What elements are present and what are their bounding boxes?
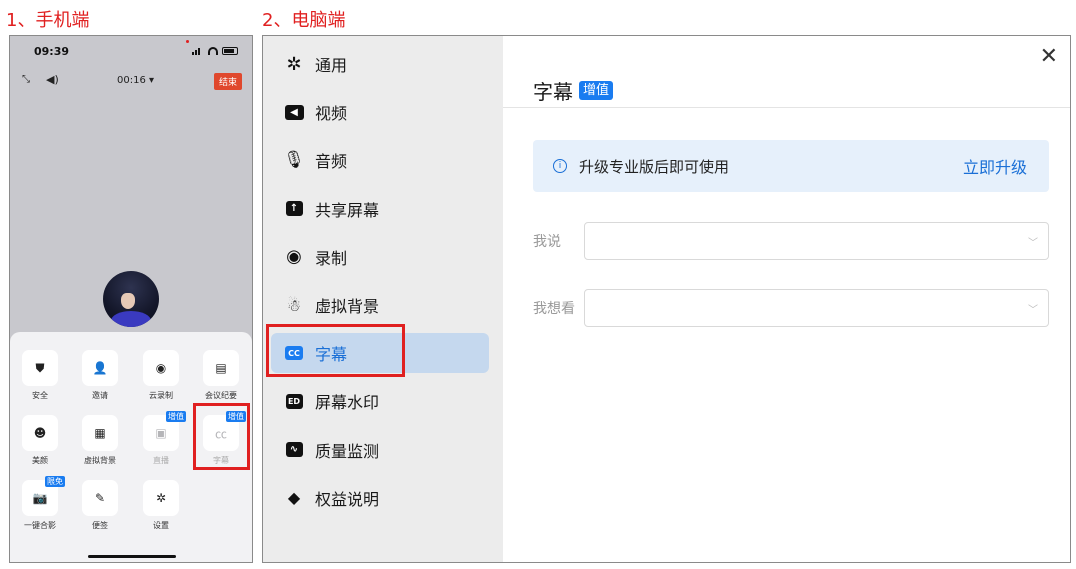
panel-title: 字幕 — [533, 80, 573, 104]
sidebar-item-video[interactable]: ◀ 视频 — [271, 92, 489, 132]
gear-icon: ✲ — [155, 491, 167, 505]
virtual-bg-icon: ☃ — [286, 295, 302, 315]
sidebar-item-label: 虚拟背景 — [315, 297, 380, 316]
grid-item-label: 安全 — [32, 391, 48, 400]
sidebar-item-microphone[interactable]: 🎙 音频 — [271, 140, 489, 180]
speak-language-select[interactable]: ﹀ — [584, 222, 1049, 260]
add-user-icon: 👤 — [92, 361, 108, 375]
sidebar-item-share-screen[interactable]: ↑ 共享屏幕 — [271, 189, 489, 229]
sidebar-item-label: 通用 — [315, 56, 348, 75]
grid-item-notes[interactable]: ▤ 会议纪要 — [191, 350, 251, 401]
grid-item-label: 会议纪要 — [205, 391, 237, 400]
grid-item-virtual-bg[interactable]: ▦ 虚拟背景 — [70, 415, 130, 466]
monitor-icon: ∿ — [283, 439, 305, 461]
speak-language-row: 我说 ﹀ — [533, 222, 1049, 260]
highlight-box-mobile — [193, 403, 250, 470]
record-icon: ◉ — [155, 361, 167, 375]
status-bar: 09:39 — [10, 36, 252, 68]
premium-badge: 增值 — [579, 81, 614, 100]
notes-icon: ▤ — [215, 361, 227, 375]
video-icon: ◀ — [283, 101, 305, 123]
status-time: 09:39 — [34, 45, 70, 58]
end-call-button[interactable]: 结束 — [213, 73, 242, 90]
speaker-icon[interactable]: ◀) — [46, 73, 59, 86]
view-language-select[interactable]: ﹀ — [584, 289, 1049, 327]
grid-item-live[interactable]: ▣ 增值直播 — [131, 411, 191, 466]
watermark-icon: ED — [283, 390, 305, 412]
call-timer[interactable]: 00:16 ▾ — [117, 75, 154, 86]
speak-language-label: 我说 — [533, 234, 561, 250]
sidebar-item-label: 质量监测 — [315, 441, 380, 461]
share-screen-icon: ↑ — [283, 198, 305, 220]
highlight-box-desktop — [266, 324, 405, 377]
grid-item-label: 美颜 — [32, 456, 48, 465]
sidebar-item-virtual-bg[interactable]: ☃ 虚拟背景 — [271, 285, 489, 325]
info-icon: i — [553, 159, 567, 173]
grid-item-label: 一键合影 — [24, 521, 56, 530]
divider — [503, 107, 1070, 108]
grid-item-label: 便签 — [92, 521, 108, 530]
grid-item-label: 直播 — [153, 456, 169, 465]
wifi-icon — [208, 47, 218, 55]
sidebar-item-record[interactable]: ◉ 录制 — [271, 237, 489, 277]
grid-item-beauty[interactable]: ☻ 美颜 — [10, 415, 70, 466]
grid-item-memo[interactable]: ✎ 便签 — [70, 480, 130, 531]
mobile-screen: 09:39 ⤡ ◀) 00:16 ▾ 结束 ⛊ 安全 👤 邀请 ◉ 云录制 ▤ 会议纪要 ☻ 美颜… — [9, 35, 253, 563]
view-language-label: 我想看 — [533, 301, 575, 317]
battery-icon — [222, 47, 238, 55]
live-icon: ▣ — [155, 426, 167, 440]
diamond-icon: ◆ — [287, 488, 301, 508]
recording-dot-icon — [186, 40, 189, 43]
microphone-icon: 🎙 — [283, 150, 305, 171]
tag-badge: 增值 — [166, 411, 186, 422]
grid-item-shield[interactable]: ⛊ 安全 — [10, 350, 70, 401]
chevron-down-icon: ﹀ — [1028, 305, 1038, 316]
sidebar-item-label: 视频 — [315, 104, 348, 124]
sidebar-item-diamond[interactable]: ◆ 权益说明 — [271, 478, 489, 518]
virtual-bg-icon: ▦ — [94, 426, 106, 440]
call-bar: ⤡ ◀) 00:16 ▾ 结束 — [10, 70, 252, 92]
sidebar-item-label: 权益说明 — [315, 489, 380, 509]
gear-icon: ✲ — [286, 53, 302, 75]
desktop-heading: 2、电脑端 — [262, 10, 346, 31]
minimize-icon[interactable]: ⤡ — [22, 74, 30, 85]
grid-item-camera[interactable]: 📷 限免一键合影 — [10, 476, 70, 531]
grid-item-label: 设置 — [153, 521, 169, 530]
sidebar-item-watermark[interactable]: ED 屏幕水印 — [271, 381, 489, 421]
settings-panel: ✕ 字幕 增值 i 升级专业版后即可使用 立即升级 我说 ﹀ 我想看 ﹀ — [503, 36, 1070, 562]
sidebar-item-label: 音频 — [315, 152, 348, 172]
desktop-settings-window: ✲ 通用 ◀ 视频 🎙 音频 ↑ 共享屏幕 ◉ 录制 ☃ 虚拟背景 CC 字幕 ED 屏幕水印 ∿ 质量监测 ◆ 权益… — [262, 35, 1071, 563]
sidebar-item-monitor[interactable]: ∿ 质量监测 — [271, 430, 489, 470]
memo-icon: ✎ — [94, 491, 106, 505]
chevron-down-icon: ﹀ — [1028, 238, 1038, 249]
notice-text: 升级专业版后即可使用 — [579, 157, 730, 176]
screenshot-root: 1、手机端 2、电脑端 09:39 ⤡ ◀) 00:16 ▾ 结束 ⛊ 安全 👤 邀请… — [0, 0, 1076, 569]
grid-item-add-user[interactable]: 👤 邀请 — [70, 350, 130, 401]
view-language-row: 我想看 ﹀ — [533, 289, 1049, 327]
camera-icon: 📷 — [32, 491, 48, 505]
sidebar-item-label: 屏幕水印 — [315, 393, 380, 413]
mobile-heading: 1、手机端 — [6, 10, 90, 31]
grid-item-record[interactable]: ◉ 云录制 — [131, 350, 191, 401]
grid-item-label: 邀请 — [92, 391, 108, 400]
beauty-icon: ☻ — [33, 426, 47, 440]
close-icon[interactable]: ✕ — [1040, 44, 1058, 69]
signal-icon — [192, 47, 204, 55]
sidebar-item-label: 录制 — [315, 248, 348, 268]
grid-item-label: 虚拟背景 — [84, 456, 116, 465]
home-indicator — [88, 555, 176, 558]
sidebar-item-label: 共享屏幕 — [315, 200, 380, 220]
settings-sidebar: ✲ 通用 ◀ 视频 🎙 音频 ↑ 共享屏幕 ◉ 录制 ☃ 虚拟背景 CC 字幕 ED 屏幕水印 ∿ 质量监测 ◆ 权益… — [263, 36, 503, 562]
sidebar-item-gear[interactable]: ✲ 通用 — [271, 44, 489, 84]
grid-item-label: 云录制 — [149, 391, 173, 400]
grid-item-gear[interactable]: ✲ 设置 — [131, 480, 191, 531]
upgrade-notice: i 升级专业版后即可使用 立即升级 — [533, 140, 1049, 192]
record-icon: ◉ — [286, 246, 302, 268]
avatar — [103, 271, 159, 327]
shield-icon: ⛊ — [35, 360, 45, 375]
upgrade-link[interactable]: 立即升级 — [963, 154, 1027, 178]
tag-badge: 限免 — [45, 476, 65, 487]
